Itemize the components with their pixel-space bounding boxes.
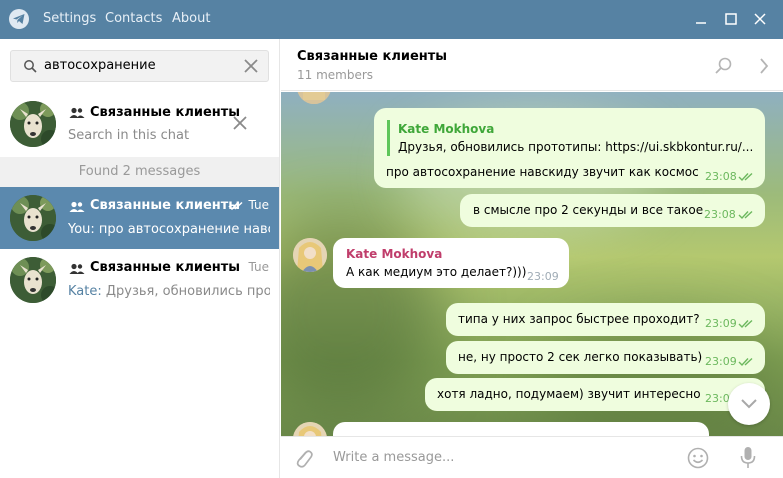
double-check-icon [738,171,756,185]
reply-preview: Друзья, обновились прототипы: https://ui… [398,140,754,154]
group-icon [69,201,85,217]
chat-title[interactable]: Связанные клиенты [297,49,447,64]
message-time: 23:08 [705,170,737,183]
result-time: Tue [248,260,270,274]
search-input[interactable]: автосохранение [44,58,156,73]
result-time: Tue [248,198,270,212]
sidebar: автосохранение Связанные клиенты Search … [0,39,280,478]
microphone-icon[interactable] [739,446,757,474]
chat-avatar [10,257,56,303]
menu-about[interactable]: About [172,11,210,26]
menu-settings[interactable]: Settings [43,11,96,26]
emoji-icon[interactable] [687,447,709,473]
members-count: 11 members [297,68,374,82]
chat-history[interactable]: Kate Mokhova Друзья, обновились прототип… [281,92,783,436]
sender-avatar[interactable] [293,238,327,272]
search-result-row[interactable]: Связанные клиенты Tue You: про автосохра… [0,187,279,249]
search-icon[interactable] [714,56,734,80]
chevron-down-icon [741,399,757,409]
result-snippet-text: Друзья, обновились прототипы: https://ui… [105,284,270,299]
telegram-logo-icon [9,9,29,29]
menu-contacts[interactable]: Contacts [105,11,162,26]
message-text: А как медиум это делает?))) [346,265,527,279]
attach-icon[interactable] [293,447,313,473]
search-icon [23,59,37,77]
chat-name: Связанные клиенты [90,105,241,120]
minimize-icon[interactable] [692,10,710,28]
reply-author: Kate Mokhova [398,122,495,136]
chat-avatar [10,195,56,241]
chat-avatar [10,101,56,147]
reply-indicator [387,120,390,156]
outgoing-message[interactable]: не, ну просто 2 сек легко показывать) 23… [446,341,765,374]
close-icon[interactable] [751,10,769,28]
message-time: 23:09 [705,317,737,330]
avatar [297,92,331,104]
result-snippet: Kate: Друзья, обновились прототипы: http… [68,284,270,299]
search-field[interactable]: автосохранение [10,50,269,82]
search-chat-scope[interactable]: Связанные клиенты Search in this chat [0,91,279,157]
message-text: в смысле про 2 секунды и все такое [473,203,704,217]
double-check-icon [738,209,756,223]
message-input[interactable]: Write a message... [333,450,454,465]
message-text: не, ну просто 2 сек легко показывать) [458,350,703,364]
group-icon [69,263,85,279]
result-chat-name: Связанные клиенты [90,198,241,213]
sender-avatar[interactable] [293,422,327,436]
title-bar: Settings Contacts About [0,0,783,39]
chevron-right-icon[interactable] [758,56,770,80]
sender-name[interactable]: Kate Mokhova [346,247,442,261]
chat-header: Связанные клиенты 11 members [281,39,783,91]
scroll-to-bottom-button[interactable] [728,383,770,425]
search-scope-label: Search in this chat [68,128,190,143]
cancel-chat-search-icon[interactable] [232,115,248,135]
message-time: 23:08 [704,208,736,221]
message-text: хотя ладно, подумаем) звучит интересно [437,387,701,401]
maximize-icon[interactable] [722,10,740,28]
message-time: 23:09 [705,355,737,368]
result-chat-name: Связанные клиенты [90,260,241,275]
found-messages-label: Found 2 messages [0,157,279,187]
result-sender: Kate: [68,284,102,299]
incoming-message[interactable] [333,422,709,436]
result-snippet: You: про автосохранение навскиду звучит … [68,222,270,237]
incoming-message[interactable]: Kate Mokhova А как медиум это делает?)))… [333,238,569,288]
outgoing-message[interactable]: типа у них запрос быстрее проходит? 23:0… [446,303,765,336]
double-check-icon [738,356,756,370]
message-composer: Write a message... [281,436,783,478]
double-check-icon [228,200,246,215]
group-icon [69,107,85,123]
outgoing-message[interactable]: Kate Mokhova Друзья, обновились прототип… [374,108,765,188]
outgoing-message[interactable]: хотя ладно, подумаем) звучит интересно 2… [425,378,765,411]
message-text: про автосохранение навскиду звучит как к… [386,165,699,179]
double-check-icon [738,318,756,332]
clear-search-icon[interactable] [243,58,259,78]
search-result-row[interactable]: Связанные клиенты Tue Kate: Друзья, обно… [0,249,279,311]
message-time: 23:09 [527,270,559,283]
outgoing-message[interactable]: в смысле про 2 секунды и все такое 23:08 [460,194,765,227]
message-text: типа у них запрос быстрее проходит? [458,312,700,326]
